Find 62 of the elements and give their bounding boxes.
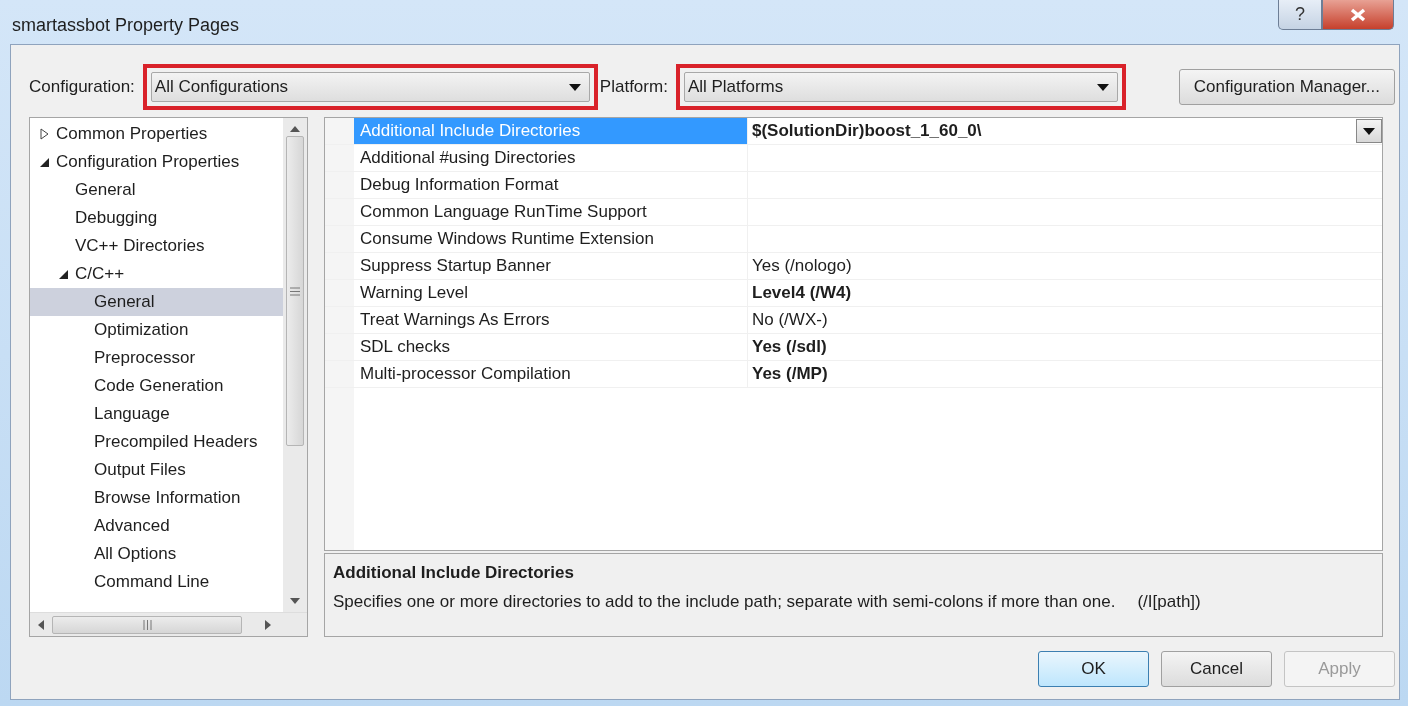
configuration-label: Configuration: xyxy=(29,76,135,99)
scroll-up-icon xyxy=(290,126,300,132)
dropdown-value: All Configurations xyxy=(154,76,289,99)
tree-item[interactable]: C/C++ xyxy=(30,260,283,288)
property-value: Yes (/MP) xyxy=(752,363,828,386)
close-icon xyxy=(1350,7,1366,22)
dropdown-arrow-icon xyxy=(568,83,581,91)
close-button[interactable] xyxy=(1322,0,1394,30)
property-name[interactable]: Suppress Startup Banner xyxy=(354,253,748,279)
property-name[interactable]: Common Language RunTime Support xyxy=(354,199,748,225)
property-name[interactable]: Consume Windows Runtime Extension xyxy=(354,226,748,252)
grip-icon xyxy=(290,286,300,296)
tree-item[interactable]: Configuration Properties xyxy=(30,148,283,176)
horizontal-scrollbar[interactable] xyxy=(30,612,307,636)
scroll-thumb[interactable] xyxy=(286,136,304,446)
tree-item[interactable]: Language xyxy=(30,400,283,428)
tree-item[interactable]: VC++ Directories xyxy=(30,232,283,260)
dropdown-value: All Platforms xyxy=(687,76,784,99)
scroll-thumb[interactable] xyxy=(52,615,242,634)
property-name[interactable]: SDL checks xyxy=(354,334,748,360)
property-value: Yes (/sdl) xyxy=(752,336,827,359)
dialog-button[interactable]: OK xyxy=(1038,651,1149,687)
description-title: Additional Include Directories xyxy=(333,562,575,584)
tree-item[interactable]: Common Properties xyxy=(30,120,283,148)
property-name[interactable]: Multi-processor Compilation xyxy=(354,361,748,387)
value-dropdown-button[interactable] xyxy=(1356,119,1382,143)
dropdown-arrow-icon xyxy=(1096,83,1109,91)
configuration-dropdown[interactable]: All Configurations xyxy=(150,72,590,102)
grip-icon xyxy=(142,619,152,630)
tree-item[interactable]: Output Files xyxy=(30,456,283,484)
tree-item[interactable]: All Options xyxy=(30,540,283,568)
property-name[interactable]: Additional #using Directories xyxy=(354,145,748,171)
tree-item[interactable]: General xyxy=(30,176,283,204)
tree-item[interactable]: Browse Information xyxy=(30,484,283,512)
help-button[interactable]: ? xyxy=(1278,0,1322,30)
property-name[interactable]: Treat Warnings As Errors xyxy=(354,307,748,333)
tree-item[interactable]: Optimization xyxy=(30,316,283,344)
property-value: Yes (/nologo) xyxy=(752,255,852,278)
platform-dropdown[interactable]: All Platforms xyxy=(683,72,1118,102)
tree-item[interactable]: Code Generation xyxy=(30,372,283,400)
dropdown-arrow-icon xyxy=(1363,127,1375,135)
platform-label: Platform: xyxy=(599,76,668,99)
tree-item[interactable]: General xyxy=(30,288,283,316)
scroll-left-icon xyxy=(38,619,44,630)
switch-text: (/I[path]) xyxy=(1137,590,1201,613)
window-title: smartassbot Property Pages xyxy=(12,14,240,37)
vertical-scrollbar[interactable] xyxy=(283,118,307,612)
scroll-down-icon xyxy=(290,598,300,604)
property-name[interactable]: Warning Level xyxy=(354,280,748,306)
tree-item[interactable]: Preprocessor xyxy=(30,344,283,372)
property-value: Level4 (/W4) xyxy=(752,282,852,305)
tree-item[interactable]: Precompiled Headers xyxy=(30,428,283,456)
tree-item[interactable]: Debugging xyxy=(30,204,283,232)
tree-item[interactable]: Command Line xyxy=(30,568,283,596)
property-value: $(SolutionDir)boost_1_60_0\ xyxy=(752,120,982,143)
property-value: No (/WX-) xyxy=(752,309,828,332)
tree-item[interactable]: Advanced xyxy=(30,512,283,540)
configuration-manager-button[interactable]: Configuration Manager... xyxy=(1178,69,1395,105)
description-text: Specifies one or more directories to add to the include path; separate with semi-colons if more than one. xyxy=(333,590,1116,613)
property-name[interactable]: Debug Information Format xyxy=(354,172,748,198)
dialog-button[interactable]: Cancel xyxy=(1161,651,1272,687)
scroll-right-icon xyxy=(265,619,271,630)
